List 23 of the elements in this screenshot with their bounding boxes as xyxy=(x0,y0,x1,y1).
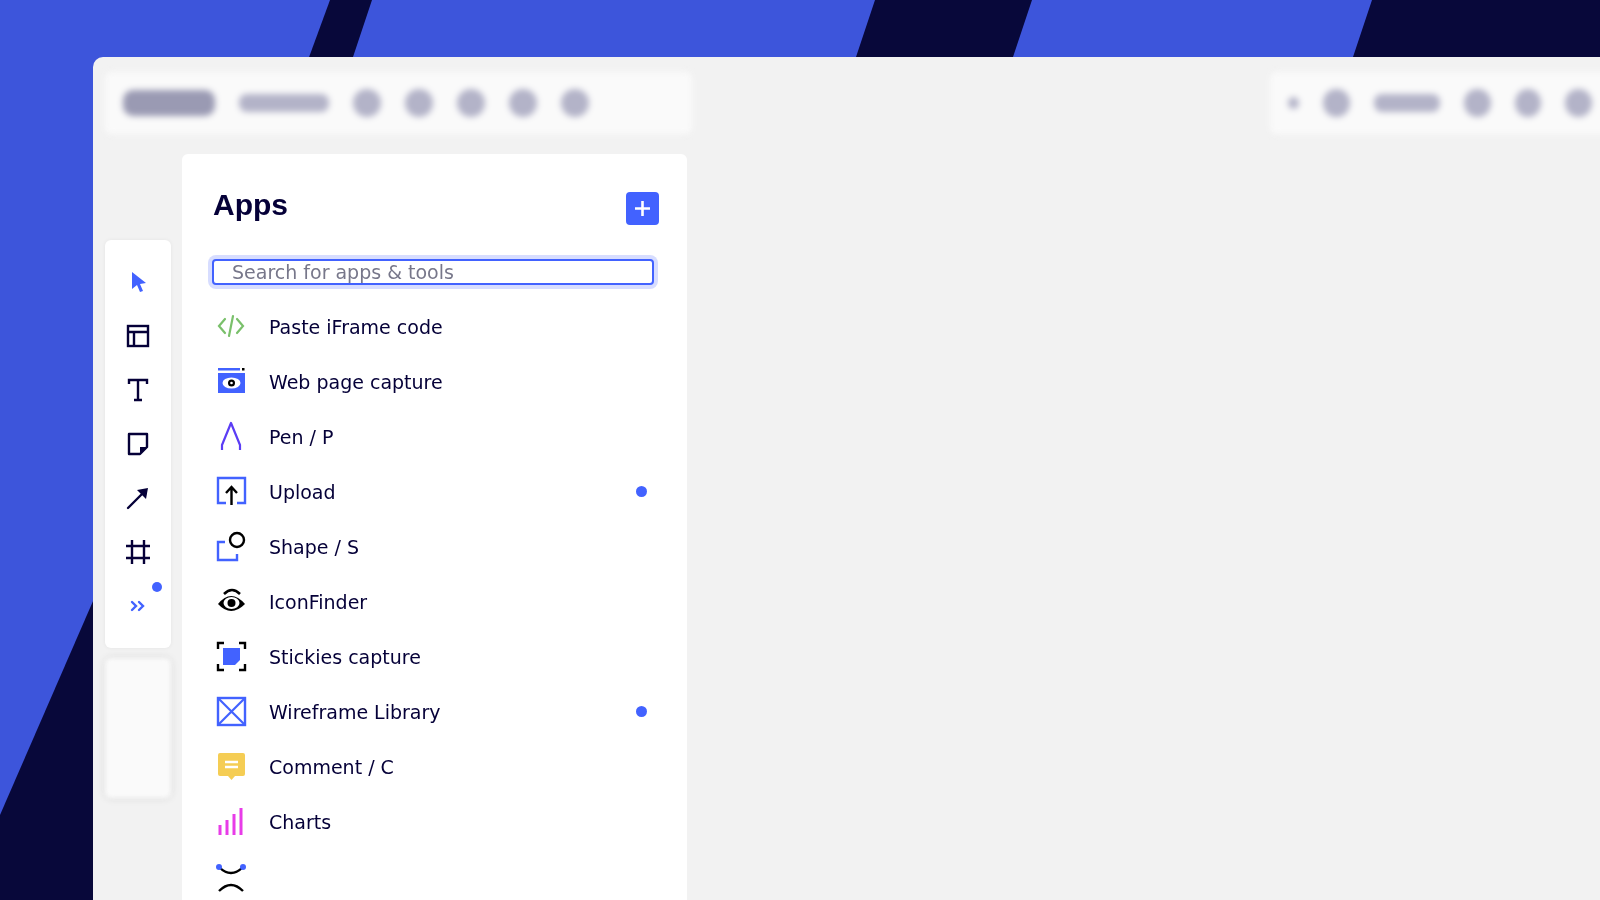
plus-icon xyxy=(634,200,651,217)
app-item[interactable]: Comment / C xyxy=(269,755,657,778)
upload-icon xyxy=(216,476,247,507)
app-item[interactable]: Shape / S xyxy=(269,535,657,558)
app-item[interactable]: Wireframe Library xyxy=(269,700,614,723)
app-item[interactable]: Upload xyxy=(269,480,614,503)
search-field[interactable]: Search for apps & tools xyxy=(212,259,654,285)
capture-icon xyxy=(216,641,247,672)
wireframe-icon xyxy=(216,696,247,727)
comment-icon xyxy=(216,751,247,782)
frame-icon[interactable] xyxy=(124,538,152,566)
app-item[interactable]: Charts xyxy=(269,810,657,833)
app-item[interactable]: Stickies capture xyxy=(269,645,657,668)
layout-icon[interactable] xyxy=(124,322,152,350)
panel-title: Apps xyxy=(213,187,288,222)
shape-icon xyxy=(216,531,247,562)
app-item[interactable]: IconFinder xyxy=(269,590,657,613)
background-stripe xyxy=(308,0,372,60)
add-button[interactable] xyxy=(626,192,659,225)
mind-map-icon xyxy=(216,861,247,892)
app-item[interactable]: Paste iFrame code xyxy=(269,315,657,338)
app-item[interactable]: Web page capture xyxy=(269,370,657,393)
app-item[interactable]: Pen / P xyxy=(269,425,657,448)
